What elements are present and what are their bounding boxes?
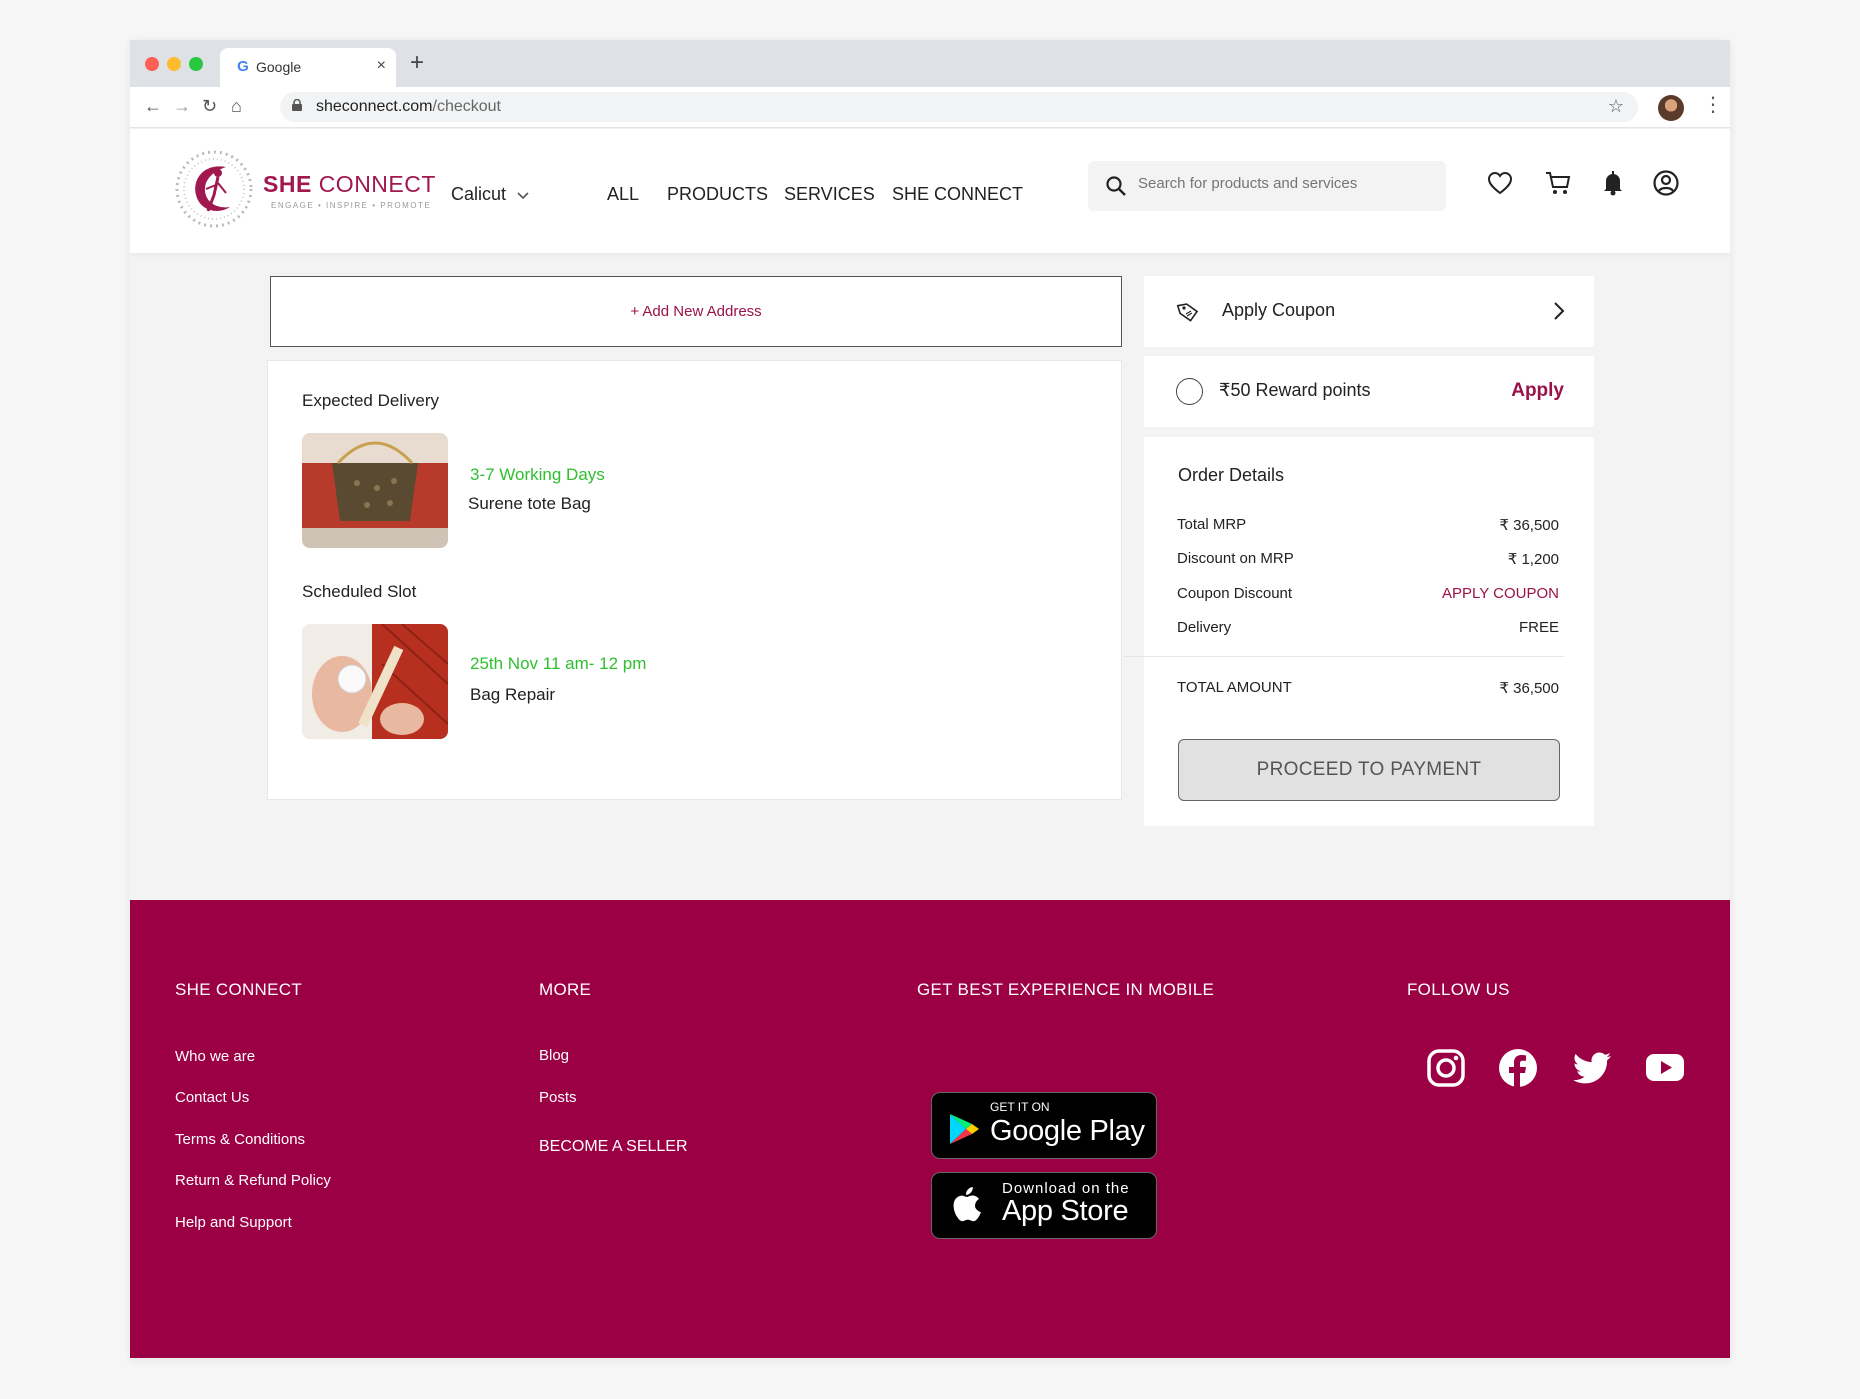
brand-name[interactable]: SHE CONNECT: [263, 171, 436, 198]
chevron-down-icon[interactable]: [516, 189, 530, 203]
google-play-small-text: GET IT ON: [990, 1100, 1050, 1114]
service-thumbnail[interactable]: [302, 624, 448, 739]
she-connect-logo-icon[interactable]: [174, 149, 254, 229]
url-path: /checkout: [432, 98, 501, 115]
bell-icon[interactable]: [1599, 169, 1627, 197]
nav-products[interactable]: PRODUCTS: [667, 184, 768, 205]
twitter-icon[interactable]: [1572, 1048, 1612, 1088]
discount-value: ₹ 1,200: [1507, 551, 1559, 568]
coupon-discount-label: Coupon Discount: [1177, 585, 1293, 602]
discount-label: Discount on MRP: [1177, 550, 1294, 567]
account-icon[interactable]: [1652, 169, 1680, 197]
delivery-card: Expected Delivery 3-7 Working Days Suren…: [267, 360, 1122, 800]
google-play-big-text: Google Play: [990, 1115, 1145, 1147]
delivery-time: 3-7 Working Days: [470, 465, 605, 484]
heart-icon[interactable]: [1486, 169, 1514, 197]
brand-bold: SHE: [263, 171, 312, 197]
footer-follow-title: FOLLOW US: [1407, 980, 1510, 999]
google-play-badge[interactable]: GET IT ON Google Play: [931, 1092, 1157, 1159]
address-bar[interactable]: sheconnect.com/checkout ☆: [280, 92, 1638, 122]
order-details-card: Order Details Total MRP ₹ 36,500 Discoun…: [1124, 437, 1594, 826]
footer-more-title: MORE: [539, 980, 592, 999]
apply-coupon-link[interactable]: APPLY COUPON: [1442, 585, 1559, 602]
apply-coupon-row[interactable]: Apply Coupon: [1144, 276, 1594, 347]
nav-she-connect[interactable]: SHE CONNECT: [892, 184, 1023, 205]
divider: [1124, 656, 1564, 657]
url-text: sheconnect.com/checkout: [316, 98, 501, 116]
forward-button[interactable]: →: [173, 96, 191, 116]
app-store-big-text: App Store: [1002, 1195, 1129, 1227]
add-new-address-button[interactable]: + Add New Address: [270, 276, 1122, 347]
brand-light: CONNECT: [318, 171, 436, 197]
delivery-value: FREE: [1518, 619, 1559, 636]
footer: SHE CONNECT Who we are Contact Us Terms …: [130, 900, 1730, 1358]
brand-tagline: ENGAGE • INSPIRE • PROMOTE: [271, 201, 432, 210]
coupon-tag-icon: [1176, 303, 1199, 322]
total-mrp-label: Total MRP: [1177, 516, 1247, 533]
footer-mobile-title: GET BEST EXPERIENCE IN MOBILE: [917, 980, 1215, 999]
browser-tab[interactable]: G Google ×: [220, 48, 396, 87]
footer-link-who-we-are[interactable]: Who we are: [175, 1048, 255, 1065]
slot-date: 25th Nov 11 am- 12 pm: [470, 654, 647, 673]
footer-link-posts[interactable]: Posts: [539, 1089, 577, 1106]
chevron-right-icon: [1554, 302, 1565, 320]
url-domain: sheconnect.com: [316, 98, 433, 115]
city-selector[interactable]: Calicut: [451, 184, 506, 205]
proceed-to-payment-button[interactable]: PROCEED TO PAYMENT: [1178, 739, 1560, 801]
delivery-label: Delivery: [1177, 619, 1232, 636]
total-amount-value: ₹ 36,500: [1499, 680, 1559, 697]
footer-she-connect-title: SHE CONNECT: [175, 980, 303, 999]
nav-services[interactable]: SERVICES: [784, 184, 875, 205]
expected-delivery-title: Expected Delivery: [302, 391, 440, 410]
lock-icon: [292, 99, 302, 111]
app-store-badge[interactable]: Download on the App Store: [931, 1172, 1157, 1239]
search-icon: [1106, 176, 1126, 196]
reward-points-row: ₹50 Reward points Apply: [1144, 356, 1594, 427]
home-button[interactable]: ⌂: [231, 96, 242, 116]
maximize-window-button[interactable]: [189, 57, 203, 71]
cart-icon[interactable]: [1544, 169, 1572, 197]
new-tab-button[interactable]: +: [410, 51, 424, 75]
total-amount-label: TOTAL AMOUNT: [1177, 679, 1292, 696]
apple-icon: [953, 1187, 981, 1222]
product-thumbnail[interactable]: [302, 433, 448, 548]
browser-window: G Google × + ← → ↻ ⌂ sheconnect.com/chec…: [130, 40, 1730, 1358]
reward-apply-button[interactable]: Apply: [1511, 380, 1564, 402]
tab-title: Google: [256, 59, 302, 75]
apply-coupon-label: Apply Coupon: [1222, 300, 1336, 320]
scheduled-slot-title: Scheduled Slot: [302, 582, 417, 601]
footer-link-terms[interactable]: Terms & Conditions: [175, 1131, 305, 1148]
instagram-icon[interactable]: [1426, 1048, 1466, 1088]
order-details-title: Order Details: [1178, 465, 1285, 485]
minimize-window-button[interactable]: [167, 57, 181, 71]
facebook-icon[interactable]: [1498, 1048, 1538, 1088]
browser-menu-icon[interactable]: ⋮: [1703, 95, 1723, 115]
site-header: SHE CONNECT ENGAGE • INSPIRE • PROMOTE C…: [130, 129, 1730, 253]
footer-link-refund-policy[interactable]: Return & Refund Policy: [175, 1172, 331, 1189]
nav-all[interactable]: ALL: [607, 184, 639, 205]
reload-button[interactable]: ↻: [202, 96, 217, 116]
service-name: Bag Repair: [470, 685, 556, 704]
google-play-icon: [950, 1114, 979, 1144]
tab-close-icon[interactable]: ×: [377, 57, 386, 75]
profile-avatar[interactable]: [1658, 95, 1684, 121]
search-input[interactable]: [1138, 175, 1428, 192]
browser-toolbar: ← → ↻ ⌂ sheconnect.com/checkout ☆ ⋮: [130, 87, 1730, 128]
youtube-icon[interactable]: [1645, 1048, 1685, 1088]
total-mrp-value: ₹ 36,500: [1499, 517, 1559, 534]
back-button[interactable]: ←: [144, 96, 162, 116]
close-window-button[interactable]: [145, 57, 159, 71]
reward-points-radio[interactable]: [1176, 378, 1203, 405]
bookmark-star-icon[interactable]: ☆: [1608, 96, 1624, 117]
google-favicon-icon: G: [237, 58, 249, 75]
footer-link-blog[interactable]: Blog: [539, 1047, 569, 1064]
become-seller-link[interactable]: BECOME A SELLER: [539, 1138, 688, 1156]
reward-points-label: ₹50 Reward points: [1219, 380, 1371, 400]
footer-link-help[interactable]: Help and Support: [175, 1214, 292, 1231]
product-name: Surene tote Bag: [468, 494, 591, 513]
search-bar[interactable]: [1088, 161, 1446, 211]
footer-link-contact-us[interactable]: Contact Us: [175, 1089, 249, 1106]
tab-strip: G Google × +: [130, 40, 1730, 87]
